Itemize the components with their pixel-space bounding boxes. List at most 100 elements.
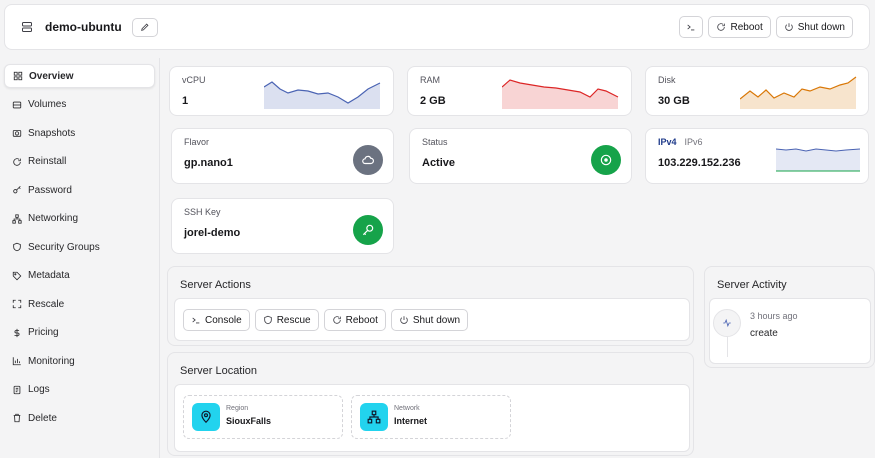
sidebar-item-logs[interactable]: Logs [4, 378, 155, 402]
activity-event: create [750, 328, 778, 339]
sidebar: Overview Volumes Snapshots Reinstall Pas… [0, 58, 160, 458]
sidebar-item-reinstall[interactable]: Reinstall [4, 150, 155, 174]
console-label: Console [205, 314, 242, 326]
sidebar-item-metadata[interactable]: Metadata [4, 264, 155, 288]
tab-ipv4[interactable]: IPv4 [658, 137, 677, 147]
tab-ipv6[interactable]: IPv6 [685, 137, 703, 147]
sidebar-item-label: Security Groups [28, 241, 100, 253]
camera-icon [12, 130, 22, 137]
shield-icon [263, 315, 272, 325]
region-badge [192, 403, 220, 431]
sidebar-item-security-groups[interactable]: Security Groups [4, 235, 155, 259]
sidebar-item-rescale[interactable]: Rescale [4, 292, 155, 316]
sidebar-item-label: Delete [28, 412, 57, 424]
disk-icon [12, 101, 22, 108]
shutdown-label: Shut down [797, 21, 845, 33]
server-location-panel: Server Location Region SiouxFalls Networ… [167, 352, 694, 456]
tag-icon [12, 271, 22, 280]
server-actions-panel: Server Actions Console Rescue Reboot Shu… [167, 266, 694, 346]
shutdown-button[interactable]: Shut down [775, 16, 853, 38]
flavor-badge [353, 145, 383, 175]
refresh-icon [332, 316, 341, 324]
action-rescue-button[interactable]: Rescue [254, 309, 319, 331]
network-badge [360, 403, 388, 431]
ip-traffic-chart [776, 148, 860, 172]
sidebar-item-label: Password [28, 184, 72, 196]
sidebar-item-snapshots[interactable]: Snapshots [4, 121, 155, 145]
sidebar-item-label: Logs [28, 384, 50, 395]
edit-name-button[interactable] [131, 17, 158, 37]
server-icon [22, 22, 32, 32]
sidebar-item-volumes[interactable]: Volumes [4, 93, 155, 117]
sidebar-item-delete[interactable]: Delete [4, 406, 155, 430]
vcpu-sparkline [264, 81, 381, 109]
ssh-key-label: SSH Key [184, 207, 221, 217]
terminal-icon [192, 317, 200, 324]
console-button[interactable] [679, 16, 704, 38]
timeline-marker [713, 309, 741, 337]
sidebar-item-pricing[interactable]: Pricing [4, 321, 155, 345]
status-card: Status Active [409, 128, 632, 184]
sidebar-item-label: Overview [29, 70, 74, 82]
server-actions-title: Server Actions [180, 279, 251, 291]
server-location-body: Region SiouxFalls Network Internet [174, 384, 690, 452]
ssh-key-card: SSH Key jorel-demo [171, 198, 394, 254]
region-card: Region SiouxFalls [183, 395, 343, 439]
pencil-icon [140, 23, 149, 31]
server-actions-body: Console Rescue Reboot Shut down [174, 298, 690, 341]
activity-time: 3 hours ago [750, 311, 798, 321]
server-activity-body: 3 hours ago create [709, 298, 871, 364]
action-reboot-button[interactable]: Reboot [323, 309, 386, 331]
log-icon [13, 385, 21, 394]
sidebar-item-networking[interactable]: Networking [4, 207, 155, 231]
status-value: Active [422, 157, 456, 169]
sidebar-item-monitoring[interactable]: Monitoring [4, 349, 155, 373]
server-activity-title: Server Activity [717, 279, 787, 291]
sidebar-item-label: Pricing [28, 327, 59, 338]
flavor-card: Flavor gp.nano1 [171, 128, 394, 184]
chart-icon [12, 357, 21, 366]
status-label: Status [422, 137, 448, 147]
server-name: demo-ubuntu [45, 20, 122, 34]
ram-card: RAM 2 GB [407, 66, 632, 116]
ssh-key-badge [353, 215, 383, 245]
map-pin-icon [201, 410, 211, 424]
activity-icon [723, 318, 731, 328]
status-badge [591, 145, 621, 175]
ram-sparkline [502, 79, 619, 109]
sidebar-item-label: Monitoring [28, 355, 75, 367]
scale-icon [12, 299, 22, 309]
network-card: Network Internet [351, 395, 511, 439]
shield-icon [13, 242, 21, 252]
sidebar-item-label: Networking [28, 213, 79, 224]
refresh-icon [717, 23, 726, 31]
server-location-title: Server Location [180, 365, 258, 377]
power-icon [784, 23, 793, 31]
server-activity-panel: Server Activity 3 hours ago create [704, 266, 875, 368]
reboot-button[interactable]: Reboot [708, 16, 771, 38]
network-value: Internet [394, 416, 428, 426]
sidebar-item-password[interactable]: Password [4, 178, 155, 202]
ssh-key-value: jorel-demo [184, 227, 241, 239]
cloud-icon [362, 155, 374, 165]
sidebar-item-overview[interactable]: Overview [4, 64, 155, 88]
action-shutdown-button[interactable]: Shut down [390, 309, 469, 331]
reboot-label: Reboot [730, 21, 763, 33]
sidebar-item-label: Metadata [28, 270, 70, 281]
disk-card: Disk 30 GB [645, 66, 869, 116]
flavor-value: gp.nano1 [184, 157, 233, 169]
dollar-icon [14, 328, 20, 337]
action-console-button[interactable]: Console [183, 309, 250, 331]
vcpu-card: vCPU 1 [169, 66, 394, 116]
status-active-icon [600, 154, 612, 166]
server-header: demo-ubuntu Reboot Shut down [4, 4, 870, 50]
trash-icon [13, 413, 21, 423]
sidebar-item-label: Snapshots [28, 127, 76, 139]
shutdown-label: Shut down [412, 314, 461, 326]
grid-icon [13, 71, 23, 81]
region-value: SiouxFalls [226, 416, 272, 426]
sidebar-item-label: Volumes [28, 99, 67, 110]
power-icon [400, 316, 408, 324]
key-icon [13, 185, 21, 194]
sidebar-item-label: Reinstall [28, 156, 67, 167]
